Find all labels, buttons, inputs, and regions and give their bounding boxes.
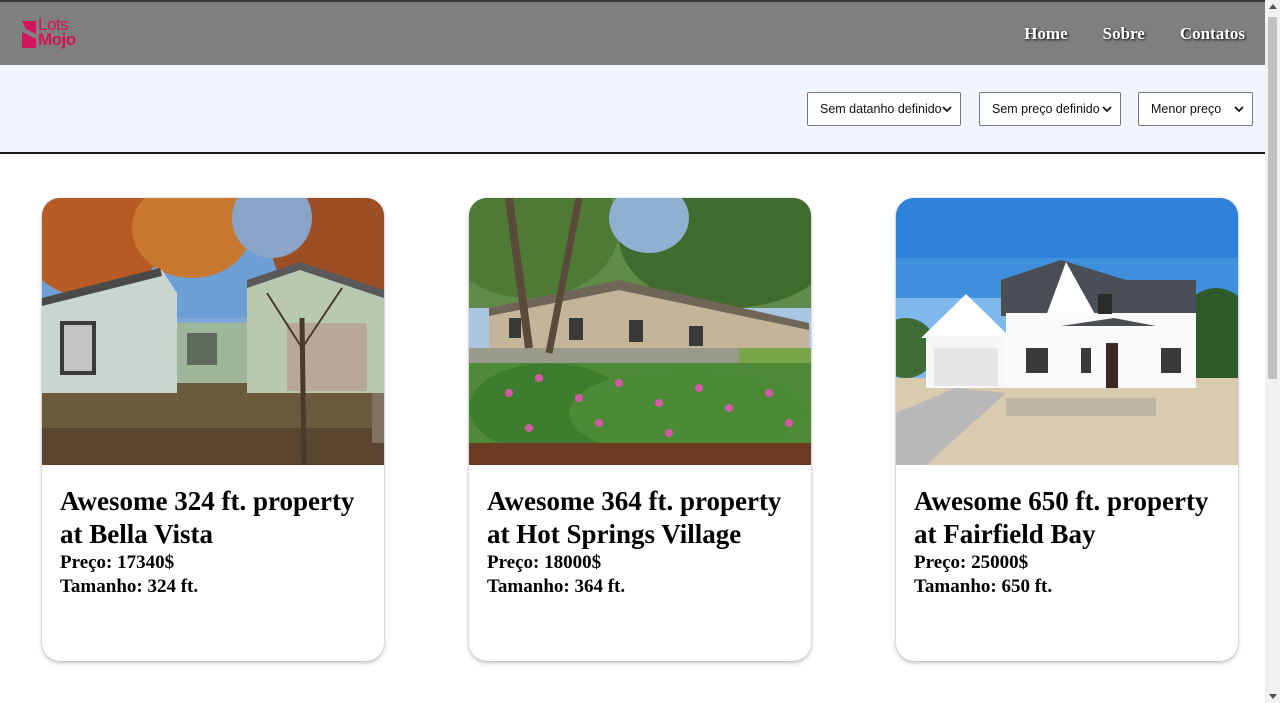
listing-size: Tamanho: 364 ft. bbox=[487, 576, 626, 597]
listing-price: Preço: 17340$ bbox=[60, 552, 175, 573]
chevron-down-icon bbox=[942, 106, 952, 113]
listing-price: Preço: 25000$ bbox=[914, 552, 1029, 573]
vertical-scrollbar[interactable] bbox=[1265, 0, 1280, 703]
listing-details: Awesome 364 ft. property at Hot Springs … bbox=[487, 485, 805, 599]
price-filter-select[interactable]: Sem preço definido bbox=[979, 92, 1121, 126]
navbar: Lots Mojo Home Sobre Contatos bbox=[0, 0, 1265, 65]
listing-photo bbox=[42, 198, 384, 465]
sort-order-select[interactable]: Menor preço bbox=[1138, 92, 1253, 126]
main-nav: Home Sobre Contatos bbox=[1024, 24, 1245, 44]
brand-logo[interactable]: Lots Mojo bbox=[20, 16, 84, 54]
listing-title: Awesome 324 ft. property at Bella Vista bbox=[60, 486, 355, 549]
scroll-up-arrow-icon[interactable] bbox=[1269, 4, 1277, 9]
listing-card[interactable]: Awesome 324 ft. property at Bella Vista … bbox=[42, 198, 384, 661]
logo-mark-icon bbox=[22, 21, 36, 48]
logo-line2: Mojo bbox=[38, 30, 76, 49]
listing-price: Preço: 18000$ bbox=[487, 552, 602, 573]
chevron-down-icon bbox=[1234, 106, 1244, 113]
nav-contatos-link[interactable]: Contatos bbox=[1180, 24, 1245, 44]
nav-home-link[interactable]: Home bbox=[1024, 24, 1067, 44]
listing-photo bbox=[469, 198, 811, 465]
listing-details: Awesome 324 ft. property at Bella Vista … bbox=[60, 485, 378, 599]
listing-size: Tamanho: 324 ft. bbox=[60, 576, 199, 597]
listing-title: Awesome 650 ft. property at Fairfield Ba… bbox=[914, 486, 1209, 549]
listing-title: Awesome 364 ft. property at Hot Springs … bbox=[487, 486, 782, 549]
size-filter-value: Sem datanho definido bbox=[820, 102, 942, 116]
sort-order-value: Menor preço bbox=[1151, 102, 1222, 116]
chevron-down-icon bbox=[1102, 106, 1112, 113]
scrollbar-thumb[interactable] bbox=[1268, 17, 1277, 379]
nav-sobre-link[interactable]: Sobre bbox=[1103, 24, 1145, 44]
scroll-down-arrow-icon[interactable] bbox=[1269, 694, 1277, 699]
listing-details: Awesome 650 ft. property at Fairfield Ba… bbox=[914, 485, 1232, 599]
price-filter-value: Sem preço definido bbox=[992, 102, 1100, 116]
filter-bar: Sem datanho definido Sem preço definido … bbox=[0, 65, 1265, 154]
listing-card[interactable]: Awesome 364 ft. property at Hot Springs … bbox=[469, 198, 811, 661]
listing-size: Tamanho: 650 ft. bbox=[914, 576, 1053, 597]
size-filter-select[interactable]: Sem datanho definido bbox=[807, 92, 961, 126]
page: Lots Mojo Home Sobre Contatos Sem datanh… bbox=[0, 0, 1265, 703]
listing-photo bbox=[896, 198, 1238, 465]
listing-card[interactable]: Awesome 650 ft. property at Fairfield Ba… bbox=[896, 198, 1238, 661]
logo-text: Lots Mojo bbox=[38, 16, 76, 49]
